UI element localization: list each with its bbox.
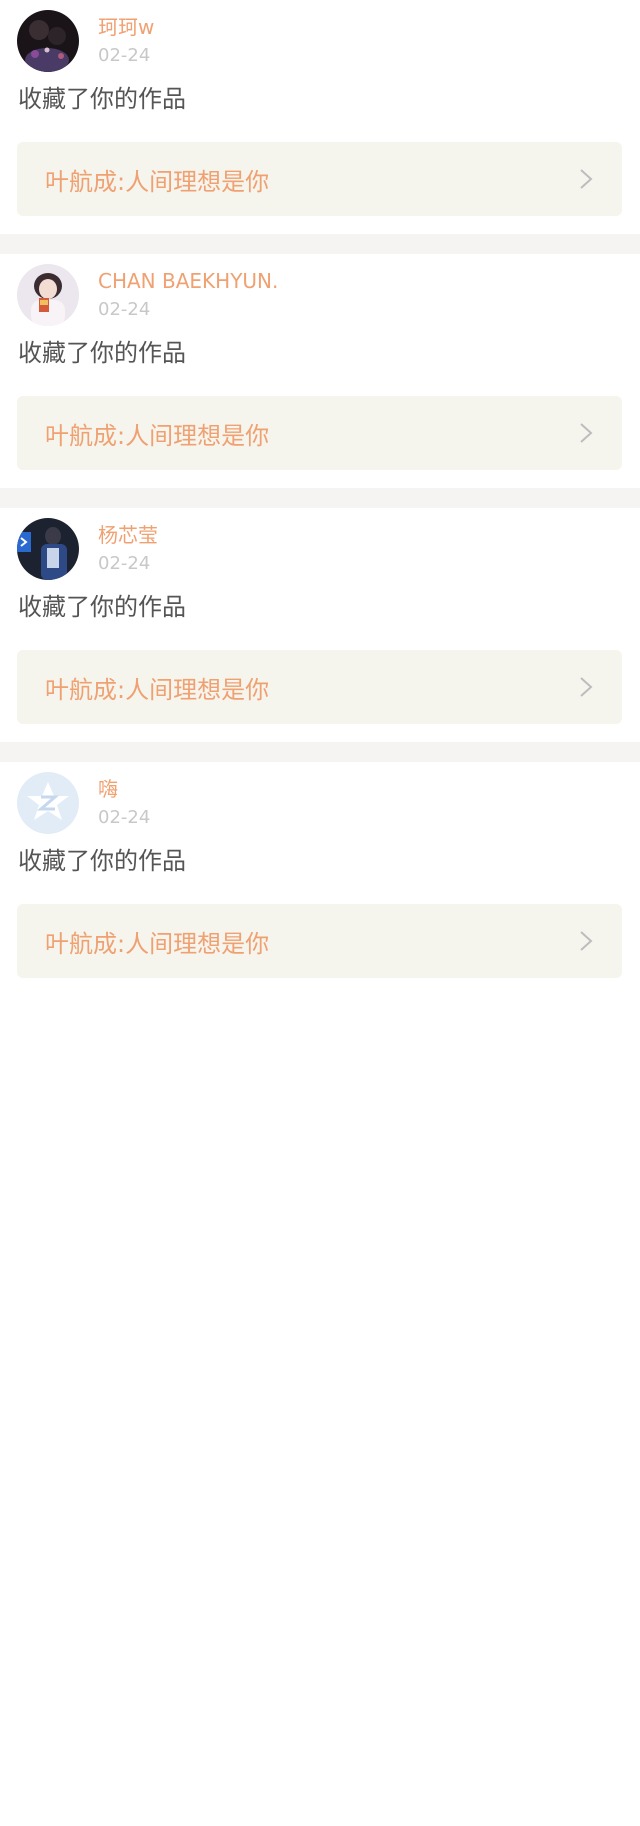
- user-avatar[interactable]: [17, 264, 79, 326]
- default-qzone-avatar-icon: [17, 772, 79, 834]
- username[interactable]: CHAN BAEKHYUN.: [98, 269, 278, 293]
- dark-photo-avatar-icon: [17, 10, 79, 72]
- notification-header: 珂珂w 02-24: [17, 10, 154, 72]
- work-link[interactable]: 叶航成:人间理想是你: [17, 904, 622, 978]
- notification-feed: 珂珂w 02-24 收藏了你的作品 叶航成:人间理想是你 CHAN BAEKHY…: [0, 0, 640, 1826]
- notification-card: CHAN BAEKHYUN. 02-24 收藏了你的作品 叶航成:人间理想是你: [0, 254, 640, 488]
- work-title: 叶航成:人间理想是你: [45, 929, 270, 958]
- user-avatar[interactable]: [17, 772, 79, 834]
- username[interactable]: 珂珂w: [98, 15, 154, 39]
- work-title: 叶航成:人间理想是你: [45, 167, 270, 196]
- work-link[interactable]: 叶航成:人间理想是你: [17, 650, 622, 724]
- user-avatar[interactable]: [17, 518, 79, 580]
- action-text: 收藏了你的作品: [18, 85, 186, 113]
- night-photo-avatar-icon: [17, 518, 79, 580]
- timestamp: 02-24: [98, 298, 151, 320]
- timestamp: 02-24: [98, 44, 151, 66]
- notification-header: CHAN BAEKHYUN. 02-24: [17, 264, 278, 326]
- chevron-right-icon: [580, 931, 593, 951]
- notification-header: 嗨 02-24: [17, 772, 150, 834]
- user-avatar[interactable]: [17, 10, 79, 72]
- action-text: 收藏了你的作品: [18, 593, 186, 621]
- notification-card: 珂珂w 02-24 收藏了你的作品 叶航成:人间理想是你: [0, 0, 640, 234]
- notification-meta: 嗨 02-24: [98, 772, 150, 834]
- chevron-right-icon: [580, 677, 593, 697]
- light-photo-avatar-icon: [17, 264, 79, 326]
- work-title: 叶航成:人间理想是你: [45, 675, 270, 704]
- work-title: 叶航成:人间理想是你: [45, 421, 270, 450]
- chevron-right-icon: [580, 169, 593, 189]
- username[interactable]: 杨芯莹: [98, 523, 158, 547]
- notification-meta: 珂珂w 02-24: [98, 10, 154, 72]
- notification-header: 杨芯莹 02-24: [17, 518, 158, 580]
- chevron-right-icon: [580, 423, 593, 443]
- username[interactable]: 嗨: [98, 777, 150, 801]
- notification-card: 杨芯莹 02-24 收藏了你的作品 叶航成:人间理想是你: [0, 508, 640, 742]
- action-text: 收藏了你的作品: [18, 847, 186, 875]
- timestamp: 02-24: [98, 552, 151, 574]
- action-text: 收藏了你的作品: [18, 339, 186, 367]
- work-link[interactable]: 叶航成:人间理想是你: [17, 396, 622, 470]
- notification-meta: 杨芯莹 02-24: [98, 518, 158, 580]
- notification-card: 嗨 02-24 收藏了你的作品 叶航成:人间理想是你: [0, 762, 640, 1826]
- work-link[interactable]: 叶航成:人间理想是你: [17, 142, 622, 216]
- notification-meta: CHAN BAEKHYUN. 02-24: [98, 264, 278, 326]
- timestamp: 02-24: [98, 806, 151, 828]
